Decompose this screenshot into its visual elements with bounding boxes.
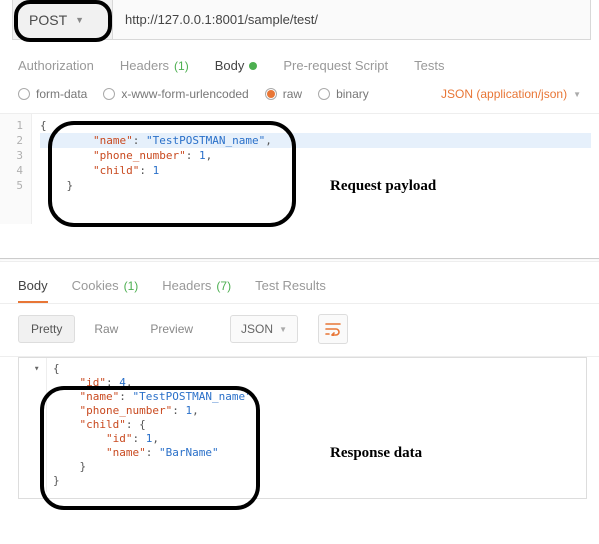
cookies-count-badge: (1) xyxy=(124,279,139,293)
radio-raw[interactable]: raw xyxy=(265,87,302,101)
resp-tab-cookies[interactable]: Cookies (1) xyxy=(72,278,139,293)
wrap-icon xyxy=(325,322,341,336)
response-language-select[interactable]: JSON ▼ xyxy=(230,315,298,343)
tab-body[interactable]: Body xyxy=(215,58,258,73)
content-type-select[interactable]: JSON (application/json) ▼ xyxy=(441,87,581,101)
line-gutter: 12345 xyxy=(0,114,32,224)
resp-tab-body[interactable]: Body xyxy=(18,278,48,293)
resp-tab-test-results[interactable]: Test Results xyxy=(255,278,326,293)
response-body-editor-wrap: ▾ ▾ { "id": 4, "name": "TestPOSTMAN_name… xyxy=(18,357,587,499)
chevron-down-icon: ▼ xyxy=(75,15,84,25)
response-body-editor[interactable]: ▾ ▾ { "id": 4, "name": "TestPOSTMAN_name… xyxy=(19,358,586,498)
radio-form-data[interactable]: form-data xyxy=(18,87,87,101)
headers-count-badge: (1) xyxy=(174,59,189,73)
response-tabs: Body Cookies (1) Headers (7) Test Result… xyxy=(0,262,599,303)
view-raw-button[interactable]: Raw xyxy=(81,315,131,343)
radio-urlencoded[interactable]: x-www-form-urlencoded xyxy=(103,87,248,101)
request-body-editor[interactable]: 12345 { "name": "TestPOSTMAN_name", "pho… xyxy=(0,114,599,254)
view-preview-button[interactable]: Preview xyxy=(137,315,206,343)
tab-headers[interactable]: Headers (1) xyxy=(120,58,189,73)
radio-icon xyxy=(318,88,330,100)
http-method-select[interactable]: POST ▼ xyxy=(13,0,113,39)
chevron-down-icon: ▼ xyxy=(279,325,287,334)
tab-tests[interactable]: Tests xyxy=(414,58,444,73)
resp-tab-headers[interactable]: Headers (7) xyxy=(162,278,231,293)
radio-icon xyxy=(18,88,30,100)
resp-headers-count-badge: (7) xyxy=(216,279,231,293)
http-method-label: POST xyxy=(29,12,67,28)
response-toolbar: Pretty Raw Preview JSON ▼ xyxy=(0,303,599,357)
url-bar: POST ▼ xyxy=(12,0,591,40)
request-code[interactable]: { "name": "TestPOSTMAN_name", "phone_num… xyxy=(32,114,599,224)
chevron-down-icon: ▼ xyxy=(573,90,581,99)
request-tabs: Authorization Headers (1) Body Pre-reque… xyxy=(0,40,599,83)
tab-authorization[interactable]: Authorization xyxy=(18,58,94,73)
radio-checked-icon xyxy=(265,88,277,100)
wrap-lines-button[interactable] xyxy=(318,314,348,344)
view-pretty-button[interactable]: Pretty xyxy=(18,315,75,343)
response-code[interactable]: { "id": 4, "name": "TestPOSTMAN_name", "… xyxy=(47,358,586,492)
body-modified-dot-icon xyxy=(249,62,257,70)
radio-binary[interactable]: binary xyxy=(318,87,369,101)
radio-icon xyxy=(103,88,115,100)
tab-pre-request-script[interactable]: Pre-request Script xyxy=(283,58,388,73)
fold-triangle-icon[interactable]: ▾ xyxy=(34,362,39,376)
response-gutter: ▾ ▾ xyxy=(19,358,47,492)
body-type-row: form-data x-www-form-urlencoded raw bina… xyxy=(0,83,599,114)
url-input[interactable] xyxy=(113,0,590,39)
